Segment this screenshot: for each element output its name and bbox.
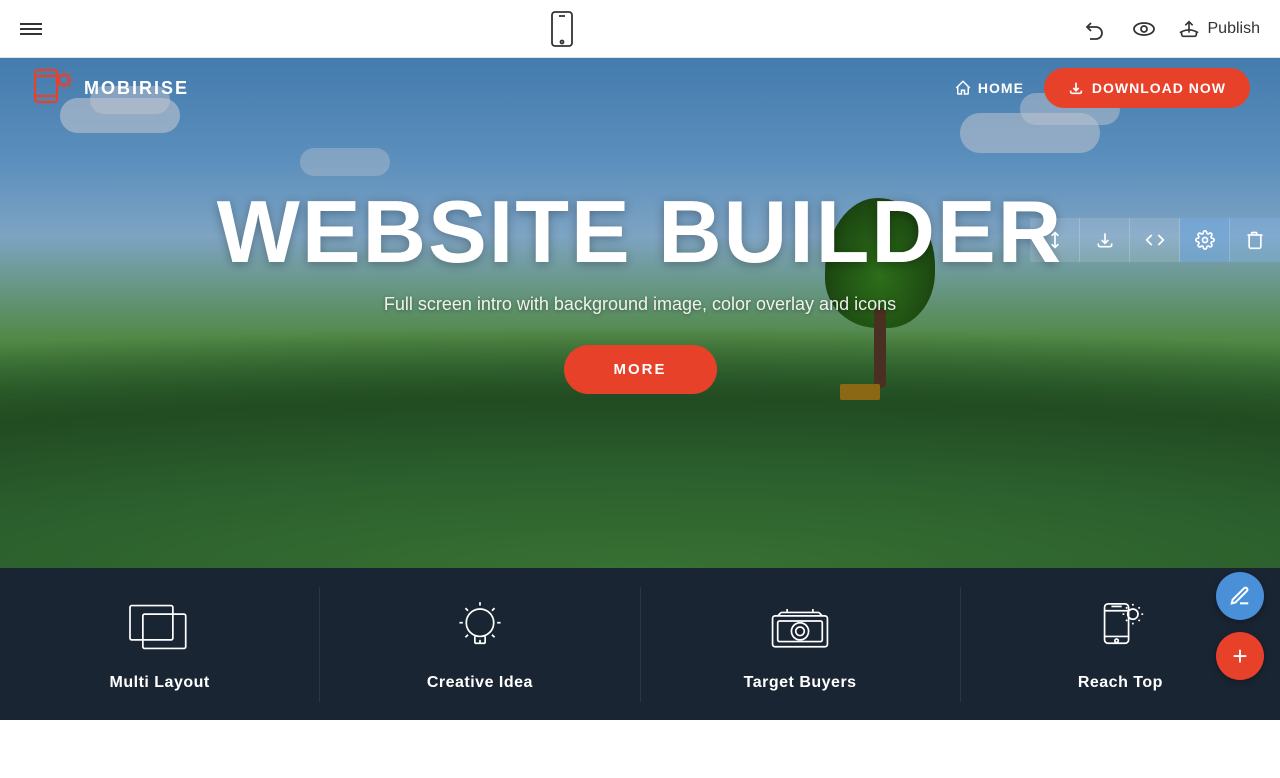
publish-label: Publish — [1208, 20, 1260, 38]
more-button[interactable]: MORE — [564, 345, 717, 394]
hero-title: WEBSITE BUILDER — [217, 188, 1063, 276]
main-content: MOBIRISE HOME DOWNLOAD NOW — [0, 58, 1280, 720]
home-link[interactable]: HOME — [954, 79, 1024, 97]
multi-layout-icon — [125, 597, 195, 662]
hamburger-line-3 — [20, 33, 42, 35]
navbar: MOBIRISE HOME DOWNLOAD NOW — [0, 58, 1280, 118]
block-editor-toolbar — [1030, 218, 1280, 262]
feature-creative-idea: Creative Idea — [320, 587, 640, 702]
publish-button[interactable]: Publish — [1178, 18, 1260, 40]
block-download-button[interactable] — [1080, 218, 1130, 262]
block-move-button[interactable] — [1030, 218, 1080, 262]
hamburger-menu[interactable] — [20, 20, 42, 38]
brand-icon — [30, 66, 74, 110]
reach-top-label: Reach Top — [1078, 674, 1163, 692]
creative-idea-icon — [445, 597, 515, 662]
toolbar-actions: Publish — [1082, 15, 1260, 43]
feature-target-buyers: Target Buyers — [641, 587, 961, 702]
fab-plus-icon: + — [1232, 641, 1247, 672]
creative-idea-label: Creative Idea — [427, 674, 533, 692]
hero-section: MOBIRISE HOME DOWNLOAD NOW — [0, 58, 1280, 568]
download-button[interactable]: DOWNLOAD NOW — [1044, 68, 1250, 108]
block-delete-button[interactable] — [1230, 218, 1280, 262]
target-buyers-icon — [765, 597, 835, 662]
fab-add-button[interactable]: + — [1216, 632, 1264, 680]
nav-right: HOME DOWNLOAD NOW — [954, 68, 1250, 108]
device-preview-phone[interactable] — [548, 11, 576, 47]
hamburger-line-2 — [20, 28, 42, 30]
undo-button[interactable] — [1082, 15, 1110, 43]
fab-edit-button[interactable] — [1216, 572, 1264, 620]
hamburger-line-1 — [20, 23, 42, 25]
brand: MOBIRISE — [30, 66, 189, 110]
block-settings-button[interactable] — [1180, 218, 1230, 262]
target-buyers-label: Target Buyers — [744, 674, 857, 692]
block-code-button[interactable] — [1130, 218, 1180, 262]
brand-name: MOBIRISE — [84, 78, 189, 99]
preview-button[interactable] — [1130, 15, 1158, 43]
features-section: Multi Layout C — [0, 568, 1280, 720]
feature-multi-layout: Multi Layout — [0, 587, 320, 702]
home-label: HOME — [978, 80, 1024, 96]
multi-layout-label: Multi Layout — [110, 674, 210, 692]
reach-top-icon — [1085, 597, 1155, 662]
download-label: DOWNLOAD NOW — [1092, 80, 1226, 96]
hero-subtitle: Full screen intro with background image,… — [384, 294, 896, 315]
top-toolbar: Publish — [0, 0, 1280, 58]
